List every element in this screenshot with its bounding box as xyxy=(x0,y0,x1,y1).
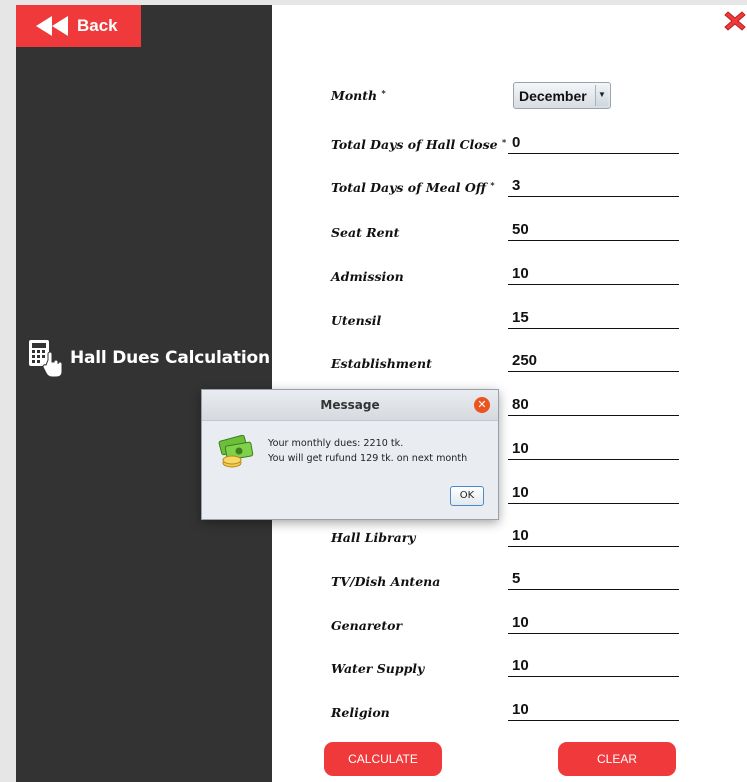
seat-rent-input[interactable] xyxy=(508,219,679,241)
religion-input[interactable] xyxy=(508,699,679,721)
field-label-hall-close: Total Days of Hall Close * xyxy=(331,137,507,152)
clear-button[interactable]: CLEAR xyxy=(558,742,676,776)
calculate-button[interactable]: CALCULATE xyxy=(324,742,442,776)
chevron-down-icon: ▼ xyxy=(595,85,608,106)
field-label-hall-library: Hall Library xyxy=(331,530,416,545)
month-label: Month * xyxy=(331,88,386,103)
field-label-water-supply: Water Supply xyxy=(331,661,425,676)
dialog-title: Message xyxy=(320,398,380,412)
field-input-7[interactable] xyxy=(508,394,679,416)
month-value: December xyxy=(519,88,587,104)
meal-off-days-input[interactable] xyxy=(508,175,679,197)
dialog-message-line1: Your monthly dues: 2210 tk. xyxy=(268,438,404,449)
dialog-titlebar[interactable]: Message ✕ xyxy=(202,390,498,421)
back-label: Back xyxy=(77,16,118,35)
dialog-close-icon[interactable]: ✕ xyxy=(474,397,490,413)
genaretor-input[interactable] xyxy=(508,612,679,634)
field-label-utensil: Utensil xyxy=(331,313,382,328)
close-icon[interactable] xyxy=(724,10,746,32)
dialog-message-line2: You will get rufund 129 tk. on next mont… xyxy=(268,453,468,464)
app-title: Hall Dues Calculation xyxy=(28,338,270,378)
tv-dish-antena-input[interactable] xyxy=(508,568,679,590)
ok-button[interactable]: OK xyxy=(450,486,484,506)
field-label-tv-dish-antena: TV/Dish Antena xyxy=(331,574,441,589)
field-label-admission: Admission xyxy=(331,269,404,284)
double-left-arrow-icon xyxy=(36,16,68,36)
back-button[interactable]: Back xyxy=(16,5,141,47)
field-label-seat-rent: Seat Rent xyxy=(331,225,400,240)
utensil-input[interactable] xyxy=(508,307,679,329)
month-dropdown[interactable]: December ▼ xyxy=(513,82,611,109)
hall-close-days-input[interactable] xyxy=(508,132,679,154)
water-supply-input[interactable] xyxy=(508,655,679,677)
field-label-genaretor: Genaretor xyxy=(331,618,403,633)
calculator-hand-icon xyxy=(29,340,63,378)
field-input-9[interactable] xyxy=(508,482,679,504)
app-title-label: Hall Dues Calculation xyxy=(70,348,270,368)
field-label-religion: Religion xyxy=(331,705,390,720)
establishment-input[interactable] xyxy=(508,350,679,372)
hall-library-input[interactable] xyxy=(508,525,679,547)
field-label-establishment: Establishment xyxy=(331,356,432,371)
money-icon xyxy=(218,434,254,468)
admission-input[interactable] xyxy=(508,263,679,285)
field-label-meal-off: Total Days of Meal Off * xyxy=(331,180,495,195)
message-dialog: Message ✕ Your monthly dues: 2210 tk. Yo… xyxy=(201,389,499,520)
field-input-8[interactable] xyxy=(508,438,679,460)
